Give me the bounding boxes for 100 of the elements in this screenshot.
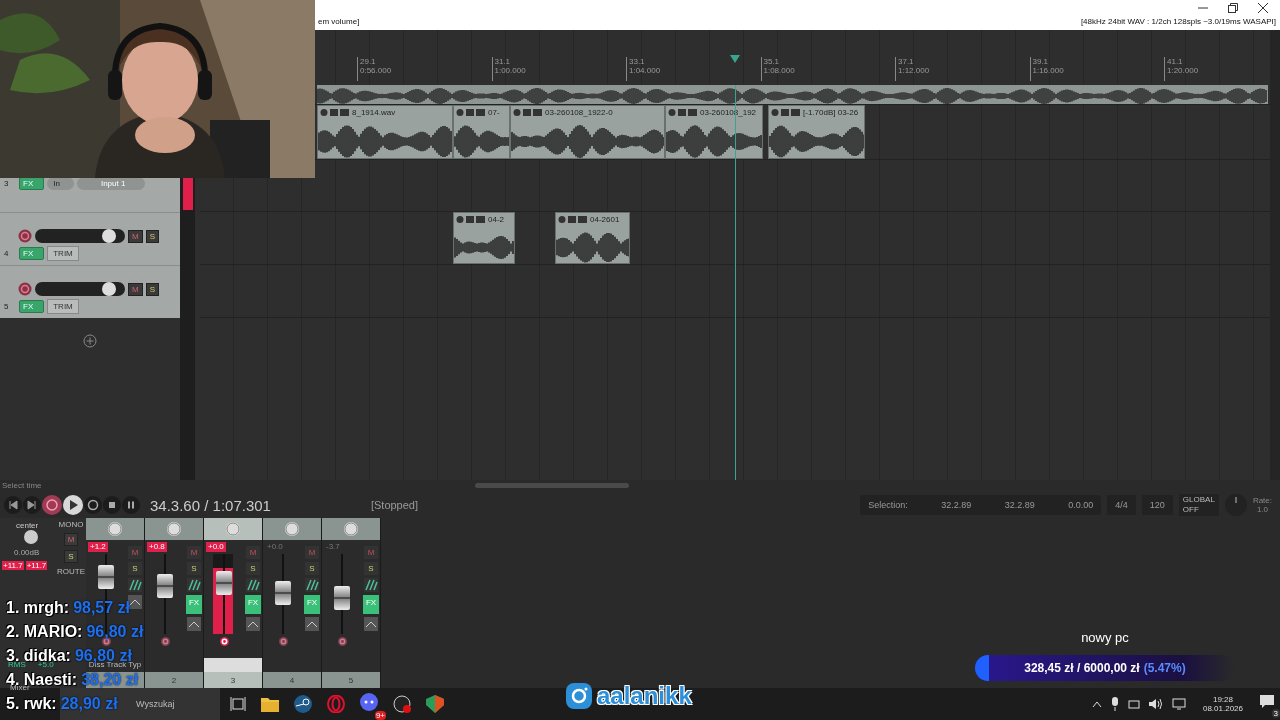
record-app-icon[interactable] [393,695,411,713]
task-view-icon[interactable] [230,696,246,712]
envelope-icon[interactable] [128,595,142,609]
network-icon[interactable] [1171,698,1186,710]
chevron-up-icon[interactable] [1091,700,1102,708]
status-hint: Select time [2,481,42,490]
audio-clip[interactable]: [-1.70dB] 03-26 [768,105,865,159]
folder-icon[interactable] [261,696,279,712]
route-icon[interactable] [305,578,319,592]
clip-icons-icon[interactable] [771,108,801,118]
playhead-icon[interactable] [730,55,740,63]
solo-button[interactable]: S [145,282,159,296]
clip-icons-icon[interactable] [558,215,588,225]
mixer-tab[interactable]: Mixer [10,684,30,692]
peak-readout: +11.7 [25,561,48,570]
route-icon[interactable] [187,578,201,592]
steam-icon[interactable] [294,695,312,713]
volume-slider[interactable] [35,282,125,296]
chat-icon[interactable] [360,693,378,711]
vertical-scrollbar[interactable] [1270,30,1280,480]
trim-button[interactable]: TRIM [47,299,79,314]
audio-clip[interactable]: 03-260108_1922-0 [510,105,665,159]
rate-label: Rate: [1252,496,1272,505]
goal-amounts: 328,45 zł / 6000,00 zł [1024,661,1140,675]
fader-thumb[interactable] [98,564,114,589]
time-label: 1:00.000 [494,66,526,75]
automation-label: GLOBAL [1182,495,1215,505]
stop-icon[interactable] [103,496,121,514]
time-signature-button[interactable]: 4/4 [1107,495,1136,515]
volume-slider[interactable] [35,229,125,243]
automation-mode[interactable]: GLOBAL OFF [1178,494,1219,516]
play-icon[interactable] [63,495,83,515]
pan-knob-icon[interactable] [24,530,38,544]
route-icon[interactable] [364,578,378,592]
restore-icon[interactable] [1228,3,1238,13]
mute-button[interactable]: M [63,533,79,546]
solo-button[interactable]: S [145,229,159,243]
notification-icon[interactable] [1260,695,1274,709]
solo-button[interactable]: S [187,562,201,575]
track-header[interactable]: M S 5 FX TRIM [0,265,180,318]
waveform-drawing[interactable] [317,85,1268,104]
envelope-icon[interactable] [305,617,319,631]
name-plate [204,658,262,672]
clip-icons-icon[interactable] [320,108,350,118]
loop-icon[interactable] [84,496,102,514]
bar-number: 33.1 [629,57,646,66]
record-icon[interactable] [42,495,62,515]
donation-amount: 28,90 zł [60,697,118,710]
browser-icon[interactable] [327,695,345,713]
route-icon[interactable] [246,578,260,592]
envelope-icon[interactable] [187,617,201,631]
channel-logo: aalanikk [597,682,692,710]
clip-icons-icon[interactable] [513,108,543,118]
fader-thumb[interactable] [216,570,232,595]
envelope-icon[interactable] [246,617,260,631]
audio-clip[interactable]: 07- [453,105,510,159]
record-arm-icon[interactable] [219,637,229,646]
camera-icon[interactable] [1127,698,1140,710]
slider-thumb[interactable] [102,282,116,296]
pause-icon[interactable] [122,496,140,514]
audio-clip[interactable]: 04-2601 [555,212,630,264]
clip-icons-icon[interactable] [456,108,486,118]
peak-readout: +0.0 [266,542,284,552]
solo-button[interactable]: S [128,562,142,575]
bar-number: 41.1 [1167,57,1184,66]
shield-icon[interactable] [426,695,444,713]
rate-value: 1.0 [1256,505,1268,514]
clip-icons-icon[interactable] [456,215,486,225]
clock-time: 19:28 [1212,695,1233,704]
rate-knob-icon[interactable] [1224,494,1247,516]
solo-button[interactable]: S [246,562,260,575]
solo-button[interactable]: S [64,550,78,563]
close-icon[interactable] [1258,3,1268,13]
envelope-icon[interactable] [364,617,378,631]
time-display: 34.3.60 / 1:07.301 [150,496,271,514]
rms-readout: +5.0 [37,661,54,669]
skip-forward-icon[interactable] [23,496,41,514]
microphone-icon[interactable] [1110,697,1119,711]
audio-clip[interactable]: 04-2 [453,212,515,264]
audio-clip[interactable]: 8_1914.wav [317,105,453,159]
solo-button[interactable]: S [364,562,378,575]
clip-icons-icon[interactable] [668,108,698,118]
speaker-icon[interactable] [1148,698,1163,710]
fader-thumb[interactable] [334,586,350,610]
tempo-button[interactable]: 120 [1141,495,1173,515]
solo-button[interactable]: S [305,562,319,575]
add-track-icon[interactable] [83,334,97,348]
fader-thumb[interactable] [275,581,291,606]
skip-back-icon[interactable] [4,496,22,514]
notification-count: 3 [1271,709,1280,718]
trim-button[interactable]: TRIM [47,246,79,261]
horizontal-scrollbar[interactable] [475,483,629,488]
route-icon[interactable] [128,578,142,592]
bar-number: 37.1 [898,57,915,66]
slider-thumb[interactable] [102,229,116,243]
track-header[interactable]: M S 4 FX TRIM [0,212,180,265]
channel-number: 3 [230,675,236,685]
channel-number: 2 [171,675,177,685]
fader-thumb[interactable] [157,574,173,599]
bar-number: 39.1 [1032,57,1050,66]
